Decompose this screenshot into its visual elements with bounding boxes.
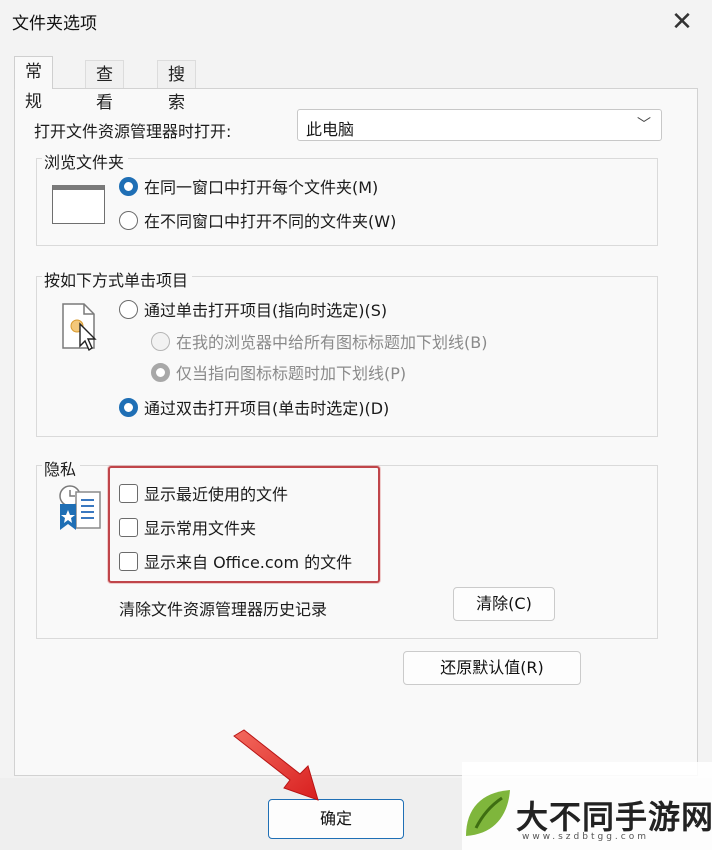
open-explorer-dropdown[interactable]: 此电脑 ﹀ (297, 109, 662, 141)
privacy-title: 隐私 (42, 456, 81, 480)
watermark-url: www.szdbtgg.com (522, 832, 649, 842)
radio-underline-hover[interactable]: 仅当指向图标标题时加下划线(P) (151, 360, 406, 384)
click-items-title: 按如下方式单击项目 (42, 267, 193, 291)
radio-button[interactable] (151, 331, 170, 351)
tab-general[interactable]: 常规 (14, 56, 53, 112)
clear-button[interactable]: 清除(C) (453, 587, 555, 621)
privacy-quick-access-icon (59, 485, 101, 530)
radio-same-window[interactable]: 在同一窗口中打开每个文件夹(M) (119, 174, 378, 198)
radio-label: 通过单击打开项目(指向时选定)(S) (144, 301, 388, 320)
radio-different-window[interactable]: 在不同窗口中打开不同的文件夹(W) (119, 208, 396, 232)
restore-defaults-button[interactable]: 还原默认值(R) (403, 651, 581, 685)
browse-folders-group (36, 158, 658, 246)
radio-button[interactable] (151, 362, 170, 382)
radio-underline-all[interactable]: 在我的浏览器中给所有图标标题加下划线(B) (151, 329, 487, 353)
radio-single-click[interactable]: 通过单击打开项目(指向时选定)(S) (119, 297, 387, 321)
radio-label: 通过双击打开项目(单击时选定)(D) (144, 399, 390, 418)
tab-view[interactable]: 查看 (85, 60, 124, 113)
close-icon[interactable]: ✕ (666, 6, 698, 38)
click-file-icon (62, 303, 97, 352)
clear-history-label: 清除文件资源管理器历史记录 (119, 600, 328, 619)
radio-label: 在同一窗口中打开每个文件夹(M) (144, 178, 379, 197)
watermark: 大不同手游网 www.szdbtgg.com (462, 762, 712, 850)
highlight-box (108, 466, 380, 583)
open-explorer-label: 打开文件资源管理器时打开: (34, 122, 232, 141)
radio-label: 在不同窗口中打开不同的文件夹(W) (144, 212, 397, 231)
radio-button[interactable] (119, 299, 138, 319)
watermark-logo-icon (466, 790, 510, 836)
radio-button[interactable] (119, 397, 138, 417)
window-title: 文件夹选项 (12, 14, 97, 34)
browse-folders-title: 浏览文件夹 (42, 149, 129, 173)
radio-button[interactable] (119, 176, 138, 196)
radio-button[interactable] (119, 210, 138, 230)
title-bar: 文件夹选项 ✕ (0, 0, 712, 44)
radio-label: 在我的浏览器中给所有图标标题加下划线(B) (176, 333, 488, 352)
radio-double-click[interactable]: 通过双击打开项目(单击时选定)(D) (119, 395, 389, 419)
radio-label: 仅当指向图标标题时加下划线(P) (176, 364, 407, 383)
dropdown-value: 此电脑 (306, 120, 355, 139)
tab-search[interactable]: 搜索 (157, 60, 196, 113)
chevron-down-icon: ﹀ (637, 117, 651, 133)
browse-window-icon (52, 185, 105, 224)
annotation-arrow-icon (233, 729, 319, 801)
